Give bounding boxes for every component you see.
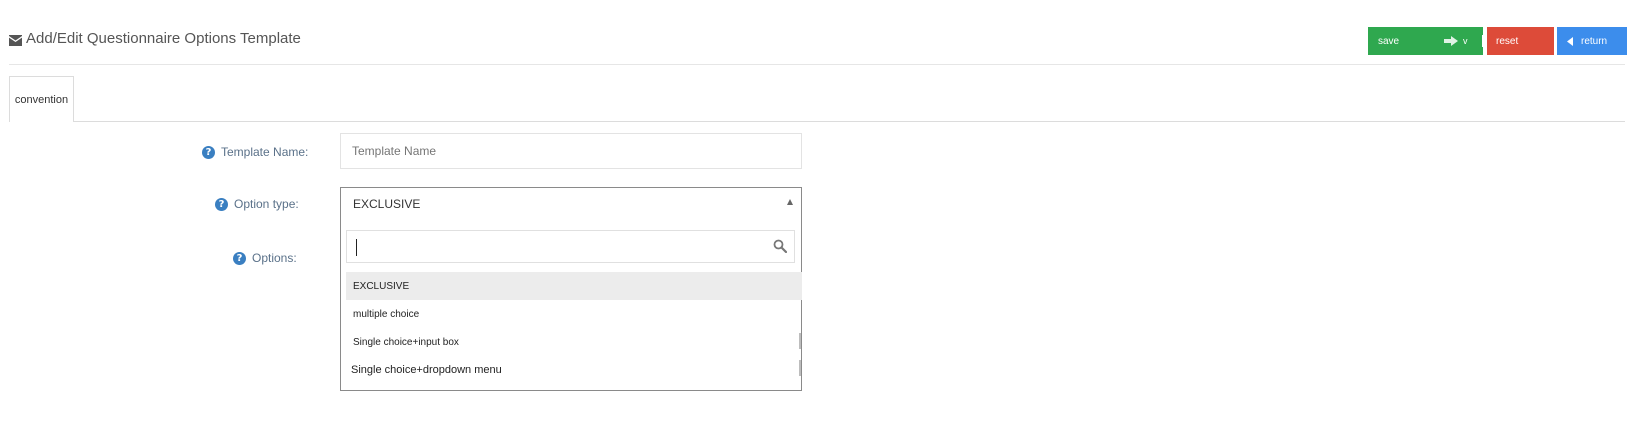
help-icon[interactable]: ? <box>215 197 228 211</box>
options-label-row: ? Options: <box>233 250 297 266</box>
separator <box>1481 35 1483 47</box>
tab-convention[interactable]: convention <box>9 76 74 122</box>
option-label: EXCLUSIVE <box>353 280 410 292</box>
help-icon[interactable]: ? <box>202 145 215 159</box>
tab-convention-label: convention <box>14 93 69 106</box>
tabs-divider <box>9 121 1625 122</box>
option-item-single-choice-input-box[interactable]: Single choice+input box <box>346 328 802 356</box>
text-cursor <box>356 239 357 256</box>
save-button-label: save <box>1378 35 1400 47</box>
page-title: Add/Edit Questionnaire Options Template <box>9 26 301 50</box>
template-name-label-row: ? Template Name: <box>202 144 308 160</box>
option-item-exclusive[interactable]: EXCLUSIVE <box>346 272 802 300</box>
select-current-value: EXCLUSIVE <box>353 197 421 211</box>
save-button[interactable]: save v <box>1368 27 1483 55</box>
template-name-input[interactable] <box>340 133 802 169</box>
header-divider <box>9 64 1625 65</box>
return-button-label: return <box>1581 35 1608 47</box>
option-type-label: Option type: <box>234 197 299 211</box>
template-name-label: Template Name: <box>221 145 309 159</box>
reset-button[interactable]: reset <box>1487 27 1554 55</box>
option-item-multiple-choice[interactable]: multiple choice <box>346 300 802 328</box>
select-search-input[interactable] <box>346 230 795 263</box>
page-title-text: Add/Edit Questionnaire Options Template <box>26 29 301 47</box>
option-type-select[interactable]: EXCLUSIVE EXCLUSIVE multiple choice Sing… <box>340 187 802 391</box>
arrow-right-icon <box>1444 36 1458 46</box>
option-label: multiple choice <box>353 308 420 320</box>
option-item-single-choice-dropdown-menu[interactable]: Single choice+dropdown menu <box>346 356 802 384</box>
envelope-icon <box>9 34 22 46</box>
help-icon[interactable]: ? <box>233 251 246 265</box>
options-label: Options: <box>252 251 297 265</box>
return-button[interactable]: return <box>1557 27 1627 55</box>
scrollbar-track[interactable] <box>799 333 801 349</box>
option-type-label-row: ? Option type: <box>215 196 299 212</box>
caret-up-icon <box>787 199 793 205</box>
scrollbar-track[interactable] <box>799 360 801 376</box>
search-icon <box>773 239 787 253</box>
save-extra: v <box>1444 35 1483 47</box>
reset-button-label: reset <box>1496 35 1519 47</box>
save-extra-text: v <box>1463 36 1468 46</box>
caret-left-icon <box>1567 36 1573 46</box>
option-label: Single choice+input box <box>353 336 459 348</box>
option-label: Single choice+dropdown menu <box>351 364 502 376</box>
